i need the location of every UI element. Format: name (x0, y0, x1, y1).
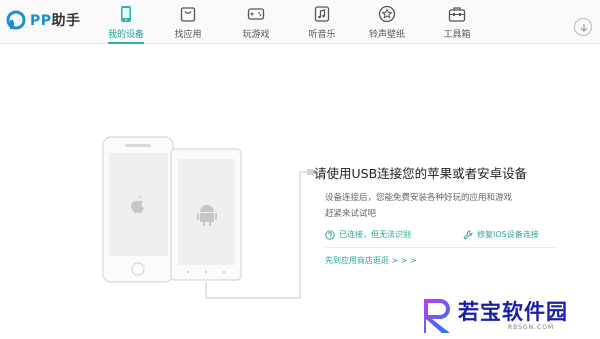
pp-logo-icon (6, 10, 26, 30)
watermark-subtitle: RBSGN.COM (508, 324, 555, 331)
apple-logo-icon (131, 195, 144, 213)
tab-my-devices[interactable]: 我的设备 (98, 0, 154, 44)
tab-play-games[interactable]: 玩游戏 (228, 0, 284, 44)
tab-label: 玩游戏 (242, 30, 270, 40)
music-icon (314, 6, 330, 22)
android-phone-illustration (170, 148, 242, 281)
connect-description: 设备连接后，您能免费安装各种好玩的应用和游戏 赶紧来试试吧 (325, 190, 555, 222)
android-logo-icon (197, 205, 217, 226)
star-icon (378, 5, 396, 23)
tab-label: 听音乐 (308, 30, 336, 40)
toolbox-icon (448, 7, 466, 22)
connected-unrecognized-link[interactable]: 已连接，但无法识别 (325, 229, 411, 240)
description-line-2: 赶紧来试试吧 (325, 209, 377, 219)
connection-help-row: 已连接，但无法识别 修复IOS设备连接 (325, 229, 557, 243)
tab-listen-music[interactable]: 听音乐 (294, 0, 350, 44)
tab-label: 我的设备 (107, 30, 144, 40)
app-name: PP助手 (30, 13, 81, 29)
tab-label: 找应用 (174, 30, 202, 40)
download-icon (580, 24, 588, 32)
connected-unrecognized-label: 已连接，但无法识别 (339, 230, 411, 239)
fix-ios-connection-label: 修复IOS设备连接 (477, 230, 539, 239)
watermark: 若宝软件园 RBSGN.COM (416, 293, 600, 337)
gamepad-icon (247, 8, 265, 20)
tab-label: 铃声壁纸 (368, 30, 405, 40)
wrench-icon (463, 230, 473, 240)
bag-icon (180, 7, 196, 22)
tab-ringtones-wallpapers[interactable]: 铃声壁纸 (359, 0, 415, 44)
phone-icon (121, 6, 131, 22)
connect-title: 请使用USB连接您的苹果或者安卓设备 (314, 166, 528, 181)
iphone-illustration (102, 136, 174, 283)
app-logo: PP助手 (6, 9, 81, 31)
top-bar: PP助手 我的设备 找应用 玩游戏 听音乐 铃声壁纸 工具箱 (0, 0, 600, 44)
watermark-logo (424, 299, 450, 333)
divider (325, 247, 557, 248)
question-circle-icon (325, 229, 335, 240)
browse-app-store-link[interactable]: 先到应用商店逛逛 > > > (325, 255, 417, 266)
fix-ios-connection-link[interactable]: 修复IOS设备连接 (463, 229, 539, 240)
description-line-1: 设备连接后，您能免费安装各种好玩的应用和游戏 (325, 193, 513, 203)
tab-find-apps[interactable]: 找应用 (160, 0, 216, 44)
tab-label: 工具箱 (443, 30, 471, 40)
usb-cable (205, 171, 308, 299)
download-button[interactable] (574, 18, 592, 36)
tab-toolbox[interactable]: 工具箱 (429, 0, 485, 44)
watermark-title: 若宝软件园 (458, 300, 568, 324)
